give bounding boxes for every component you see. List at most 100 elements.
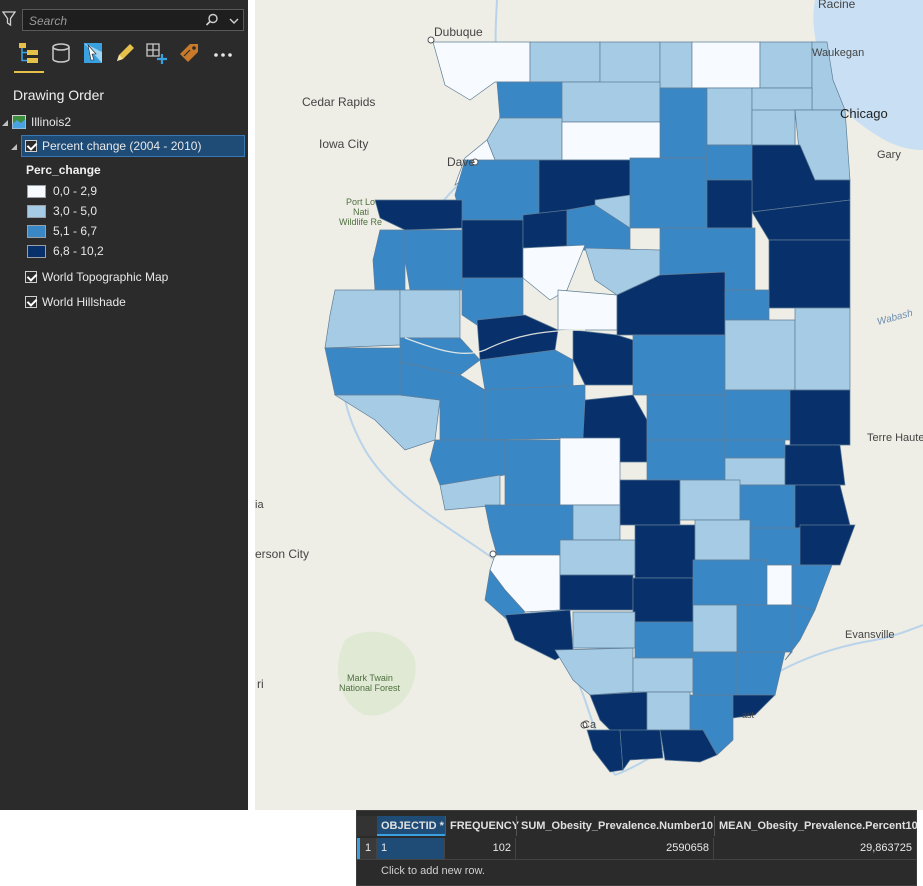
chevron-down-icon[interactable]: [228, 15, 240, 27]
county: [789, 389, 851, 446]
county: [794, 307, 851, 391]
column-header-mean[interactable]: MEAN_Obesity_Prevalence.Percent10: [715, 816, 918, 836]
county: [572, 329, 634, 386]
list-by-snapping-icon[interactable]: [144, 40, 170, 66]
column-header-sum[interactable]: SUM_Obesity_Prevalence.Number10: [517, 816, 713, 836]
more-options-icon[interactable]: [210, 40, 236, 66]
county: [504, 439, 561, 506]
county: [404, 229, 463, 291]
county: [372, 229, 406, 291]
county: [557, 289, 618, 331]
layer-checkbox-world-hillshade[interactable]: [25, 296, 37, 308]
county: [784, 444, 846, 486]
county: [561, 121, 661, 161]
label-national: Nati: [353, 207, 369, 217]
county: [692, 651, 738, 696]
county: [559, 539, 636, 576]
column-header-frequency[interactable]: FREQUENCY: [446, 816, 519, 836]
list-by-drawing-order-icon[interactable]: [16, 40, 42, 66]
county: [634, 524, 696, 579]
list-by-source-icon[interactable]: [48, 40, 74, 66]
county: [586, 729, 624, 773]
layer-checkbox-world-topographic[interactable]: [25, 271, 37, 283]
map-name[interactable]: Illinois2: [31, 115, 71, 129]
layer-name-percent-change[interactable]: Percent change (2004 - 2010): [42, 139, 201, 153]
list-by-editing-icon[interactable]: [112, 40, 138, 66]
legend-label-class-2: 3,0 - 5,0: [53, 204, 98, 218]
row-number[interactable]: 1: [357, 838, 377, 859]
drawing-order-heading: Drawing Order: [13, 87, 105, 103]
county: [706, 179, 753, 229]
label-ia: ia: [255, 499, 264, 511]
cell-objectid[interactable]: 1: [377, 838, 445, 859]
legend-field: Perc_change: [26, 163, 101, 177]
label-ri: ri: [257, 677, 264, 691]
county: [632, 334, 726, 396]
search-input[interactable]: Search: [22, 9, 244, 31]
layer-name-world-hillshade[interactable]: World Hillshade: [42, 295, 126, 309]
label-waukegan: Waukegan: [812, 47, 864, 59]
county: [559, 574, 634, 611]
map-view[interactable]: Racine Dubuque Waukegan Cedar Rapids Chi…: [255, 0, 923, 810]
expand-arrow-icon[interactable]: [1, 117, 9, 127]
layer-name-world-topographic[interactable]: World Topographic Map: [42, 270, 168, 284]
search-placeholder: Search: [29, 14, 68, 28]
county: [589, 691, 648, 736]
column-header-objectid[interactable]: OBJECTID *: [377, 816, 445, 836]
collapse-arrow-icon[interactable]: [10, 141, 18, 151]
map-canvas[interactable]: Racine Dubuque Waukegan Cedar Rapids Chi…: [255, 0, 923, 810]
county: [599, 41, 661, 89]
county: [659, 87, 708, 159]
county: [484, 384, 586, 441]
county: [791, 564, 833, 611]
county: [759, 41, 813, 89]
county: [629, 157, 708, 229]
county: [724, 319, 796, 391]
legend-swatch-class-2: [27, 205, 46, 218]
label-cedar-rapids: Cedar Rapids: [302, 95, 375, 109]
legend-swatch-class-1: [27, 185, 46, 198]
county: [706, 87, 753, 146]
label-wabash: Wabash: [876, 308, 915, 328]
label-mark-twain: Mark Twain: [347, 673, 393, 683]
county: [694, 519, 751, 561]
list-by-labeling-icon[interactable]: [176, 40, 202, 66]
label-chicago: Chicago: [840, 106, 888, 121]
row-header-corner: [357, 816, 377, 836]
county: [799, 524, 856, 566]
county: [679, 479, 741, 521]
map-icon: [12, 115, 26, 129]
county: [632, 577, 694, 623]
county: [692, 604, 738, 653]
label-evansville: Evansville: [845, 629, 895, 641]
county: [749, 527, 801, 566]
county: [529, 41, 601, 83]
county: [692, 559, 768, 606]
label-national-forest: National Forest: [339, 683, 401, 693]
cell-sum[interactable]: 2590658: [516, 838, 714, 859]
county: [736, 651, 786, 696]
layer-checkbox-percent-change[interactable]: [25, 140, 37, 152]
county: [691, 41, 761, 89]
county: [486, 117, 563, 161]
filter-icon[interactable]: [2, 11, 16, 27]
county: [561, 81, 661, 123]
label-cairo: Ca: [582, 719, 597, 731]
active-tab-indicator: [14, 71, 44, 73]
label-davenport: Dave: [447, 155, 475, 169]
label-east: ast: [742, 710, 755, 720]
county: [619, 479, 681, 526]
cell-mean[interactable]: 29,863725: [714, 838, 916, 859]
search-icon[interactable]: [205, 13, 219, 27]
county: [333, 394, 441, 451]
county: [496, 81, 563, 119]
cell-frequency[interactable]: 102: [445, 838, 516, 859]
attribute-table: OBJECTID * FREQUENCY SUM_Obesity_Prevale…: [356, 810, 918, 886]
county: [646, 439, 726, 481]
list-by-selection-icon[interactable]: [80, 40, 106, 66]
label-terre-haute: Terre Haute: [867, 432, 923, 444]
contents-toolbar: [12, 40, 238, 74]
county: [454, 159, 540, 221]
row-divider: [357, 859, 916, 860]
add-row-prompt[interactable]: Click to add new row.: [381, 865, 485, 877]
